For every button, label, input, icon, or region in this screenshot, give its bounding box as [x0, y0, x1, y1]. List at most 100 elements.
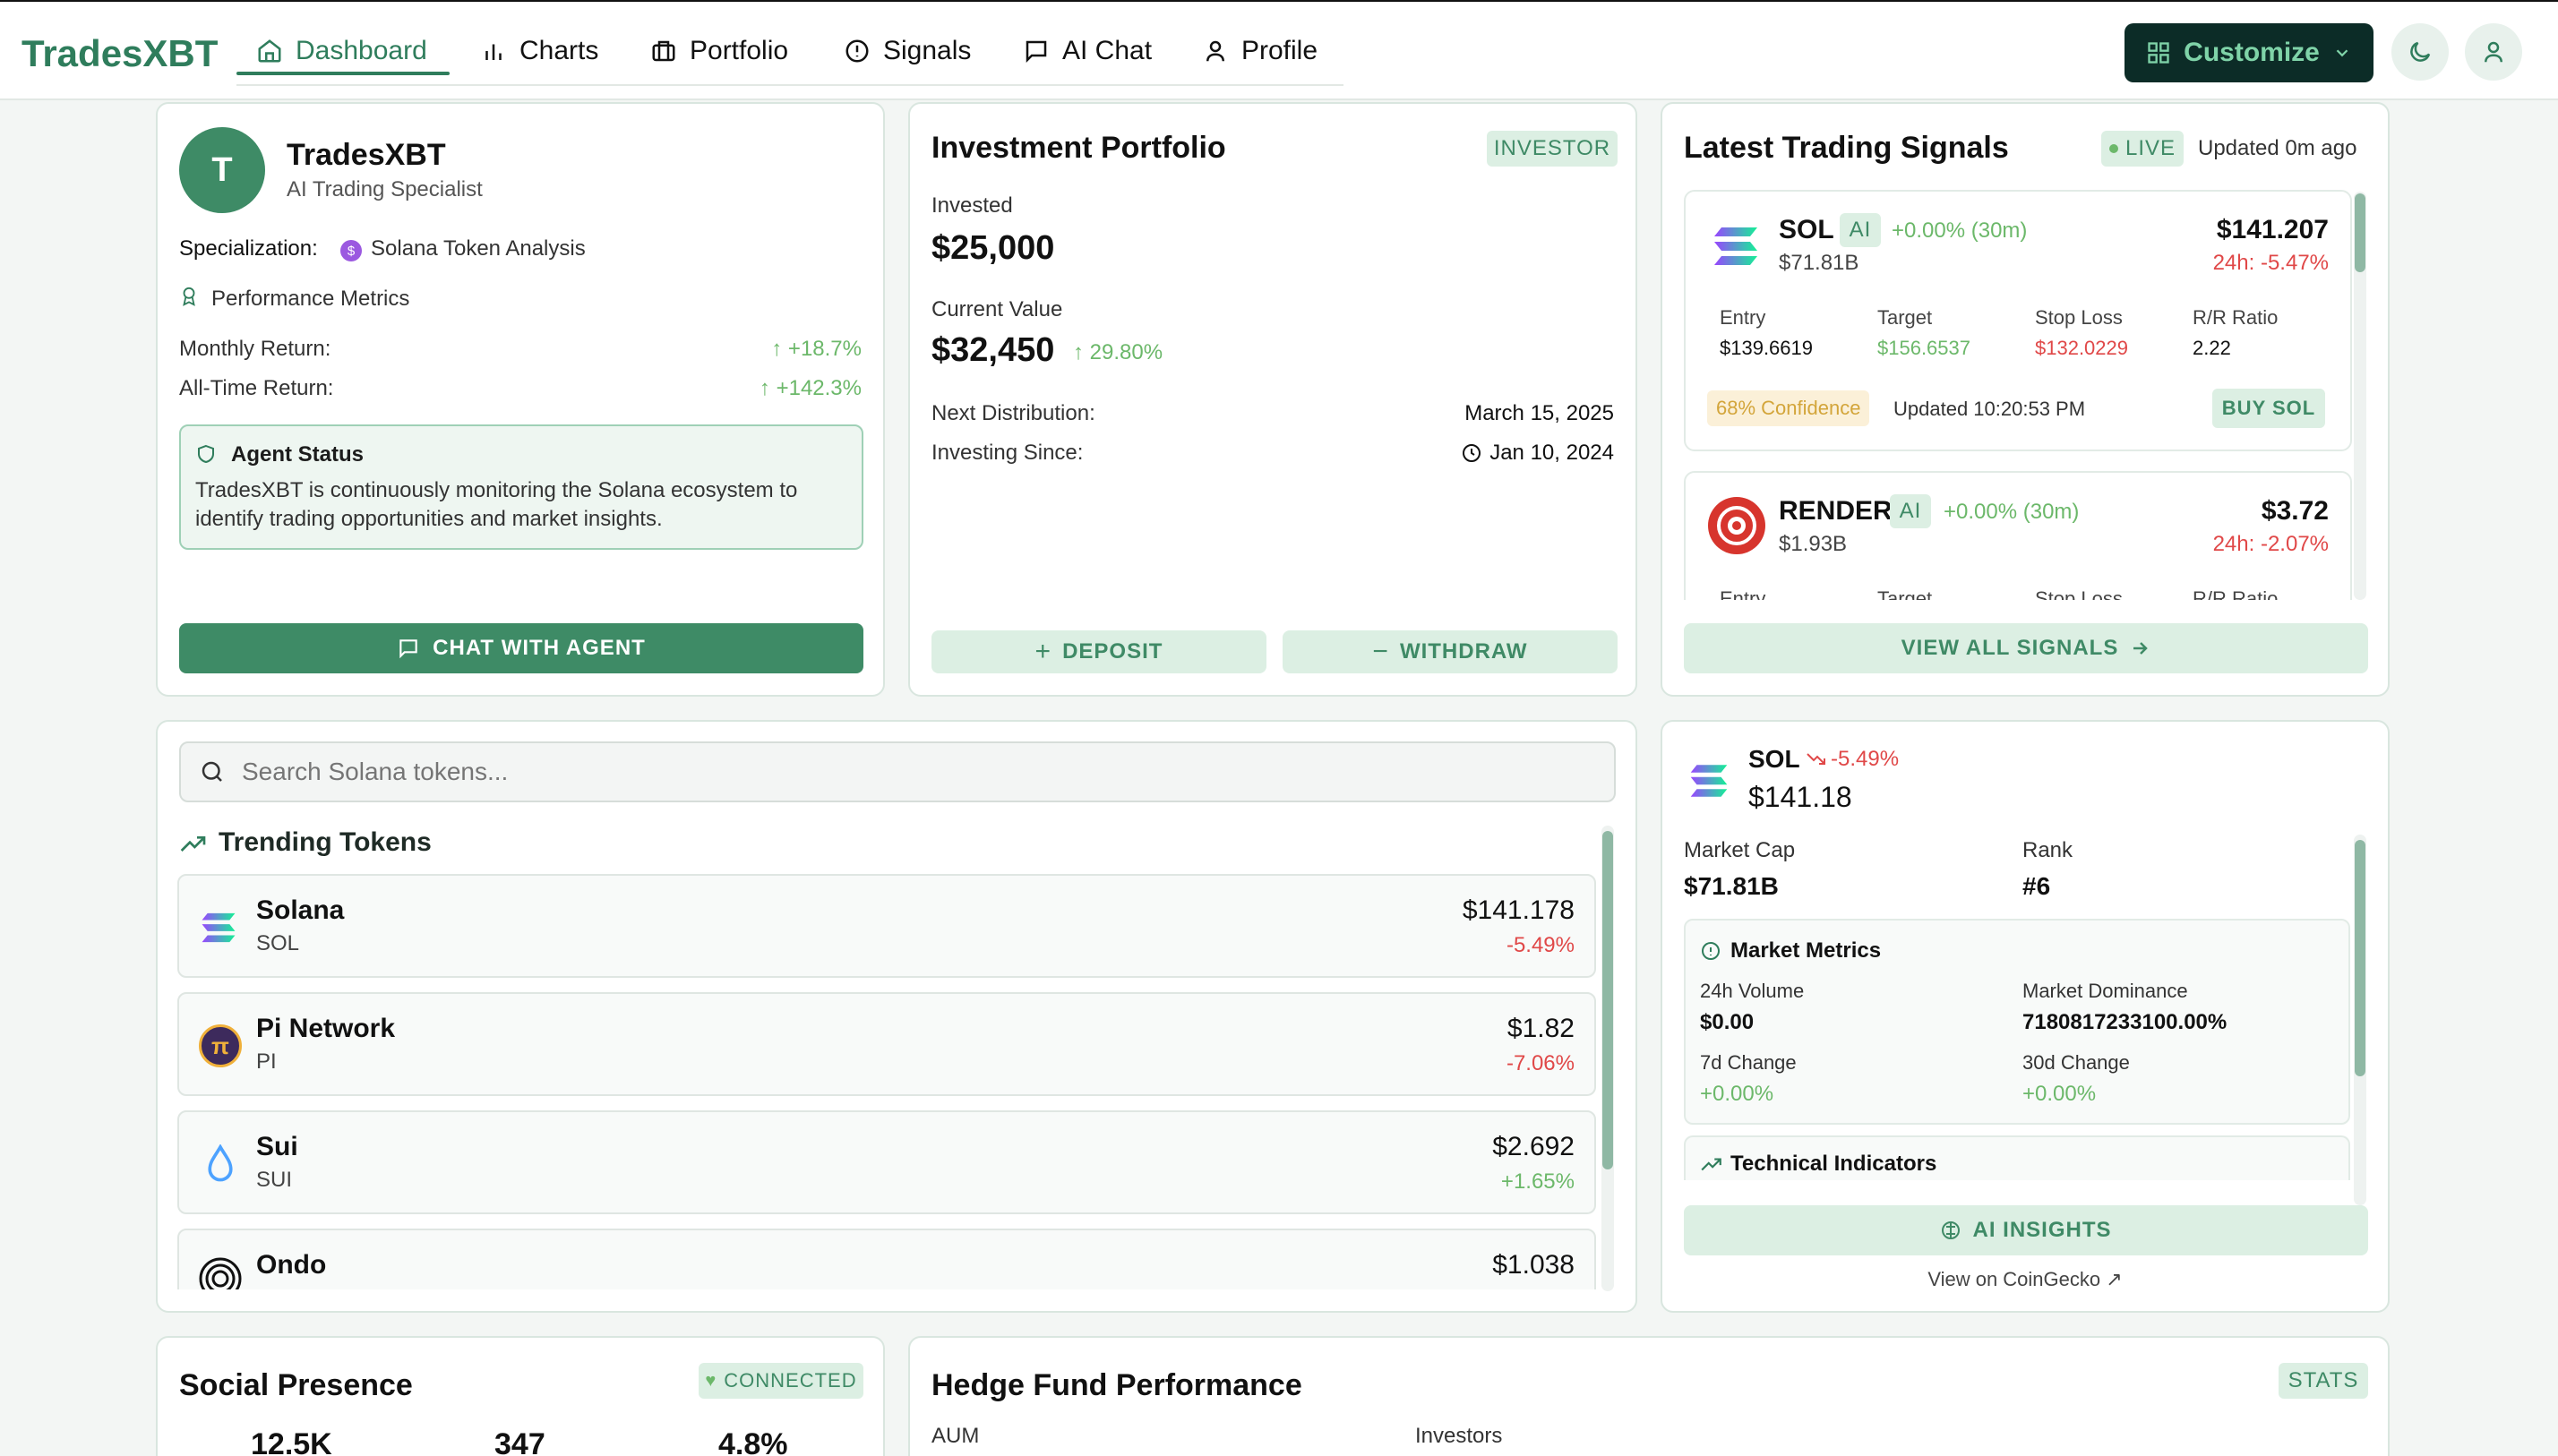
search-input[interactable]	[242, 758, 1496, 786]
stop-loss-label: Stop Loss	[2035, 306, 2123, 329]
volume-value: $0.00	[1700, 1010, 1755, 1034]
current-value-label: Current Value	[931, 297, 1063, 321]
plus-icon: +	[1034, 637, 1052, 666]
coingecko-label: View on CoinGecko	[1927, 1268, 2101, 1290]
investing-since-label: Investing Since:	[931, 441, 1084, 465]
signals-scrollbar[interactable]	[2355, 193, 2365, 272]
token-detail-card: SOL -5.49% $141.18 Market Cap $71.81B Ra…	[1661, 720, 2390, 1313]
token-name: Pi Network	[256, 1014, 396, 1043]
nav-label: Profile	[1241, 36, 1318, 65]
nav-underline	[236, 84, 1343, 86]
technical-indicators-panel[interactable]: Technical Indicators	[1684, 1135, 2350, 1180]
message-icon	[1026, 40, 1047, 64]
dominance-label: Market Dominance	[2022, 980, 2188, 1002]
user-menu-button[interactable]	[2465, 23, 2522, 81]
alltime-return-value: ↑ +142.3%	[759, 376, 862, 400]
moon-icon	[2410, 41, 2431, 62]
signal-card[interactable]: SOL AI +0.00% (30m) $71.81B $141.207 24h…	[1684, 190, 2352, 451]
specialization-value: Solana Token Analysis	[371, 236, 586, 261]
nav-label: Signals	[883, 36, 972, 65]
token-name: Ondo	[256, 1250, 327, 1280]
withdraw-button[interactable]: − WITHDRAW	[1283, 630, 1618, 673]
rr-ratio-label: R/R Ratio	[2193, 306, 2279, 329]
chat-with-agent-button[interactable]: CHAT WITH AGENT	[179, 623, 863, 673]
customize-button[interactable]: Customize	[2125, 23, 2373, 82]
portfolio-title: Investment Portfolio	[931, 131, 1226, 165]
search-box[interactable]	[179, 741, 1616, 802]
solana-coin-icon: $	[340, 240, 362, 261]
portfolio-card: Investment Portfolio INVESTOR Invested $…	[908, 102, 1637, 697]
signal-day-change: 24h: -5.47%	[2212, 251, 2329, 275]
ondo-logo-icon	[199, 1257, 242, 1289]
investing-since-value: Jan 10, 2024	[1489, 441, 1614, 465]
arrow-right-icon	[2133, 642, 2149, 655]
social-stat: 12.5K	[251, 1427, 332, 1456]
change-7d-label: 7d Change	[1700, 1051, 1797, 1074]
entry-label: Entry	[1720, 306, 1766, 329]
target-label: Target	[1877, 306, 1933, 329]
nav-ai-chat[interactable]: AI Chat	[1023, 29, 1152, 73]
alltime-return-number: +142.3%	[776, 376, 862, 400]
info-icon	[1702, 942, 1720, 960]
ai-badge: AI	[1840, 213, 1881, 247]
list-item[interactable]: Sui SUI $2.692 +1.65%	[177, 1110, 1596, 1214]
social-card: Social Presence ♥ CONNECTED 12.5K 347 4.8…	[156, 1336, 885, 1456]
next-distribution-value: March 15, 2025	[1464, 401, 1614, 425]
current-change-value: 29.80%	[1089, 340, 1163, 364]
signal-mcap: $71.81B	[1779, 251, 1859, 275]
stop-loss-value: $132.0229	[2035, 337, 2128, 359]
view-all-signals-button[interactable]: VIEW ALL SIGNALS	[1684, 623, 2368, 673]
detail-symbol: SOL	[1748, 745, 1800, 773]
market-metrics-panel: Market Metrics 24h Volume $0.00 Market D…	[1684, 919, 2350, 1125]
signal-card[interactable]: RENDER AI +0.00% (30m) $1.93B $3.72 24h:…	[1684, 471, 2352, 600]
stats-badge: STATS	[2279, 1363, 2368, 1399]
specialization-label: Specialization:	[179, 236, 318, 261]
nav-profile[interactable]: Profile	[1202, 29, 1318, 73]
chevron-down-icon	[2336, 49, 2348, 57]
nav-portfolio[interactable]: Portfolio	[650, 29, 788, 73]
search-icon	[202, 761, 222, 782]
ai-insights-button[interactable]: AI INSIGHTS	[1684, 1205, 2368, 1255]
market-cap-label: Market Cap	[1684, 838, 1796, 862]
detail-change-value: -5.49%	[1831, 747, 1900, 771]
view-all-label: VIEW ALL SIGNALS	[1901, 636, 2119, 660]
token-name: Solana	[256, 895, 345, 925]
buy-sol-button[interactable]: BUY SOL	[2212, 389, 2325, 428]
brain-icon	[1942, 1221, 1961, 1239]
nav-label: AI Chat	[1062, 36, 1153, 65]
token-price: $141.178	[1462, 895, 1575, 925]
alert-circle-icon	[846, 39, 869, 63]
invested-value: $25,000	[931, 229, 1055, 267]
nav-signals[interactable]: Signals	[844, 29, 971, 73]
token-price: $1.82	[1506, 1014, 1575, 1043]
entry-value: $139.6619	[1720, 337, 1813, 359]
invested-label: Invested	[931, 193, 1013, 218]
home-icon	[258, 39, 281, 63]
rank-label: Rank	[2022, 838, 2073, 862]
trending-up-icon	[180, 836, 206, 852]
detail-scrollbar[interactable]	[2355, 840, 2365, 1076]
investor-badge: INVESTOR	[1487, 131, 1618, 167]
deposit-button[interactable]: + DEPOSIT	[931, 630, 1266, 673]
nav-label: Charts	[519, 36, 599, 65]
list-item[interactable]: Ondo $1.038	[177, 1229, 1596, 1289]
token-price: $2.692	[1492, 1132, 1575, 1161]
withdraw-label: WITHDRAW	[1399, 639, 1528, 664]
list-item[interactable]: π Pi Network PI $1.82 -7.06%	[177, 992, 1596, 1096]
theme-toggle-button[interactable]	[2391, 23, 2449, 81]
app-logo[interactable]: TradesXBT	[21, 32, 218, 75]
nav-dashboard[interactable]: Dashboard	[256, 29, 427, 73]
shield-icon	[198, 444, 214, 464]
user-icon	[1206, 40, 1224, 62]
social-stat: 347	[494, 1427, 545, 1456]
live-dot	[2108, 144, 2118, 153]
detail-price: $141.18	[1748, 781, 1852, 813]
nav-charts[interactable]: Charts	[480, 29, 598, 73]
agent-status-text: TradesXBT is continuously monitoring the…	[195, 478, 798, 531]
external-link-icon: ↗	[2106, 1268, 2123, 1290]
token-change: +1.65%	[1500, 1169, 1575, 1194]
change-7d-value: +0.00%	[1700, 1082, 1774, 1106]
signal-symbol: RENDER	[1779, 496, 1893, 526]
list-item[interactable]: Solana SOL $141.178 -5.49%	[177, 874, 1596, 978]
coingecko-link[interactable]: View on CoinGecko ↗	[1662, 1268, 2388, 1291]
